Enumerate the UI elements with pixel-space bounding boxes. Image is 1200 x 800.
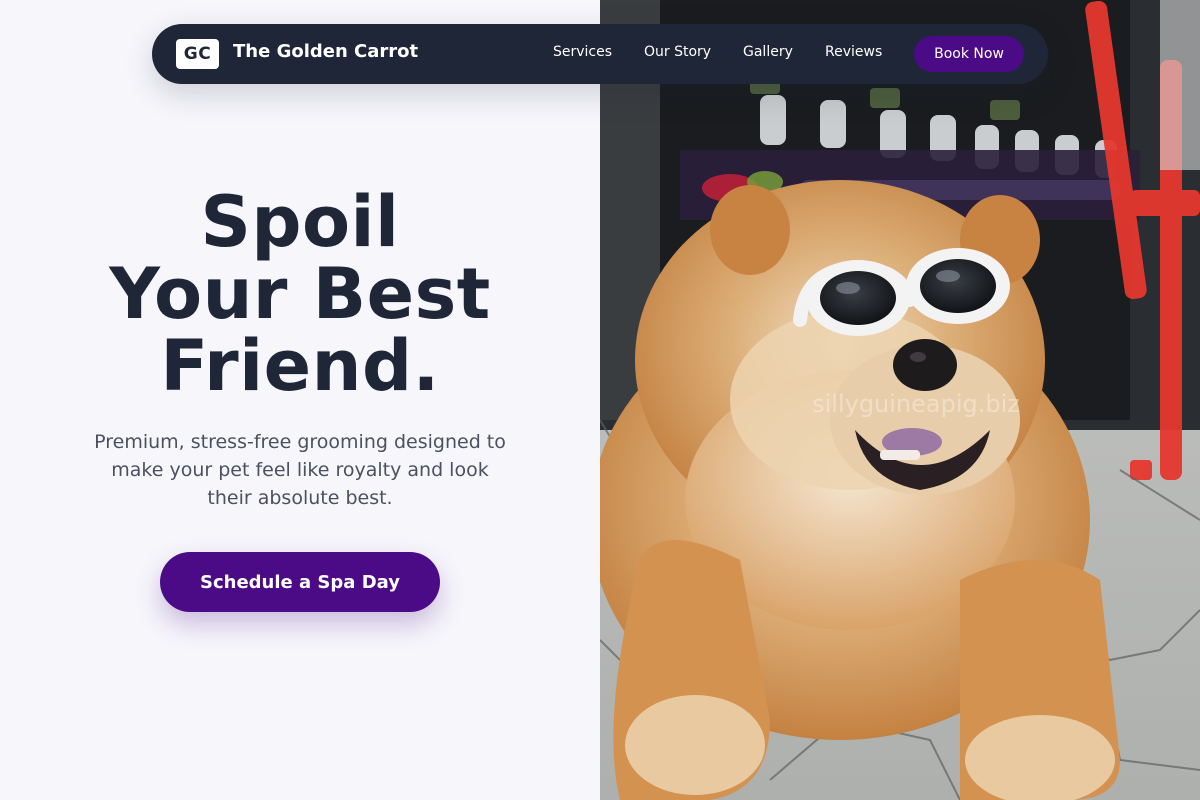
dog-photo-illustration: sillyguineapig.biz bbox=[600, 0, 1200, 800]
nav-link-services[interactable]: Services bbox=[553, 44, 612, 60]
watermark-text: sillyguineapig.biz bbox=[812, 390, 1020, 418]
hero-title-line-3: Friend. bbox=[160, 325, 440, 407]
top-navbar: GC The Golden Carrot Services Our Story … bbox=[152, 24, 1048, 84]
brand-name[interactable]: The Golden Carrot bbox=[233, 41, 418, 62]
nav-link-gallery[interactable]: Gallery bbox=[743, 44, 793, 60]
schedule-spa-day-button[interactable]: Schedule a Spa Day bbox=[160, 552, 440, 612]
logo-badge[interactable]: GC bbox=[176, 39, 219, 69]
hero-photo: sillyguineapig.biz bbox=[600, 0, 1200, 800]
hero-title: Spoil Your Best Friend. bbox=[0, 186, 600, 402]
hero-title-line-2: Your Best bbox=[109, 253, 491, 335]
nav-link-reviews[interactable]: Reviews bbox=[825, 44, 882, 60]
nav-link-our-story[interactable]: Our Story bbox=[644, 44, 711, 60]
book-now-button[interactable]: Book Now bbox=[914, 36, 1024, 72]
hero-title-line-1: Spoil bbox=[200, 181, 400, 263]
hero-subtitle: Premium, stress-free grooming designed t… bbox=[94, 431, 506, 509]
